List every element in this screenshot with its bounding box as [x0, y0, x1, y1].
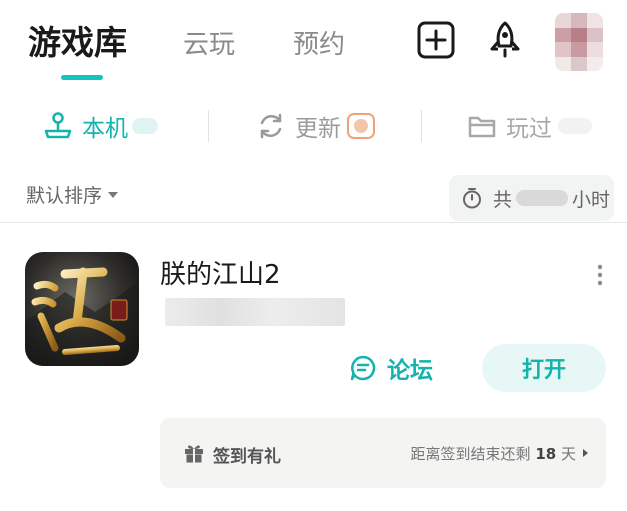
- sort-dropdown[interactable]: 默认排序: [26, 181, 119, 208]
- subtab-update-label: 更新: [295, 116, 341, 142]
- timer-icon: [461, 187, 483, 209]
- checkin-label: 签到有礼: [213, 447, 281, 467]
- checkin-remaining: 距离签到结束还剩 18 天: [411, 443, 576, 464]
- game-icon[interactable]: [25, 252, 139, 366]
- tab-reservation[interactable]: 预约: [293, 24, 345, 61]
- local-count-blurred: [132, 118, 158, 134]
- playtime-prefix: 共: [493, 188, 513, 211]
- subtab-local-label: 本机: [82, 116, 128, 142]
- refresh-icon: [255, 110, 287, 142]
- avatar[interactable]: [555, 13, 603, 71]
- divider: [421, 110, 422, 142]
- add-icon[interactable]: [416, 20, 456, 60]
- forum-button[interactable]: 论坛: [349, 350, 433, 386]
- rocket-icon[interactable]: [485, 20, 525, 60]
- checkin-days-unit: 天: [560, 445, 576, 463]
- gift-icon: [183, 442, 205, 464]
- joystick-icon: [42, 110, 74, 142]
- sort-label: 默认排序: [26, 185, 103, 207]
- tab-game-library[interactable]: 游戏库: [28, 16, 127, 64]
- folder-icon: [466, 110, 498, 142]
- update-count-badge: [347, 113, 375, 139]
- played-count-blurred: [558, 118, 592, 134]
- checkin-banner[interactable]: 签到有礼 距离签到结束还剩 18 天: [160, 418, 606, 488]
- chevron-right-icon: [583, 449, 588, 457]
- open-button[interactable]: 打开: [482, 344, 606, 392]
- divider: [208, 110, 209, 142]
- caret-down-icon: [108, 191, 119, 198]
- chat-icon: [349, 354, 377, 382]
- game-subtitle-blurred: [165, 298, 345, 326]
- checkin-days: 18: [535, 445, 557, 463]
- divider: [0, 222, 627, 223]
- playtime-summary: 共 小时: [449, 175, 614, 221]
- tab-cloud-play[interactable]: 云玩: [183, 24, 235, 61]
- subtab-played-label: 玩过: [506, 116, 552, 142]
- checkin-remaining-prefix: 距离签到结束还剩: [410, 445, 531, 463]
- playtime-suffix: 小时: [572, 188, 611, 211]
- game-title[interactable]: 朕的江山2: [160, 254, 281, 291]
- subtab-played[interactable]: 玩过: [466, 108, 592, 144]
- subtab-local[interactable]: 本机: [42, 108, 158, 144]
- more-vertical-icon[interactable]: [590, 262, 610, 288]
- forum-label: 论坛: [387, 358, 433, 384]
- subtab-update[interactable]: 更新: [255, 108, 375, 144]
- active-tab-indicator: [61, 75, 103, 80]
- playtime-hours-blurred: [516, 190, 569, 206]
